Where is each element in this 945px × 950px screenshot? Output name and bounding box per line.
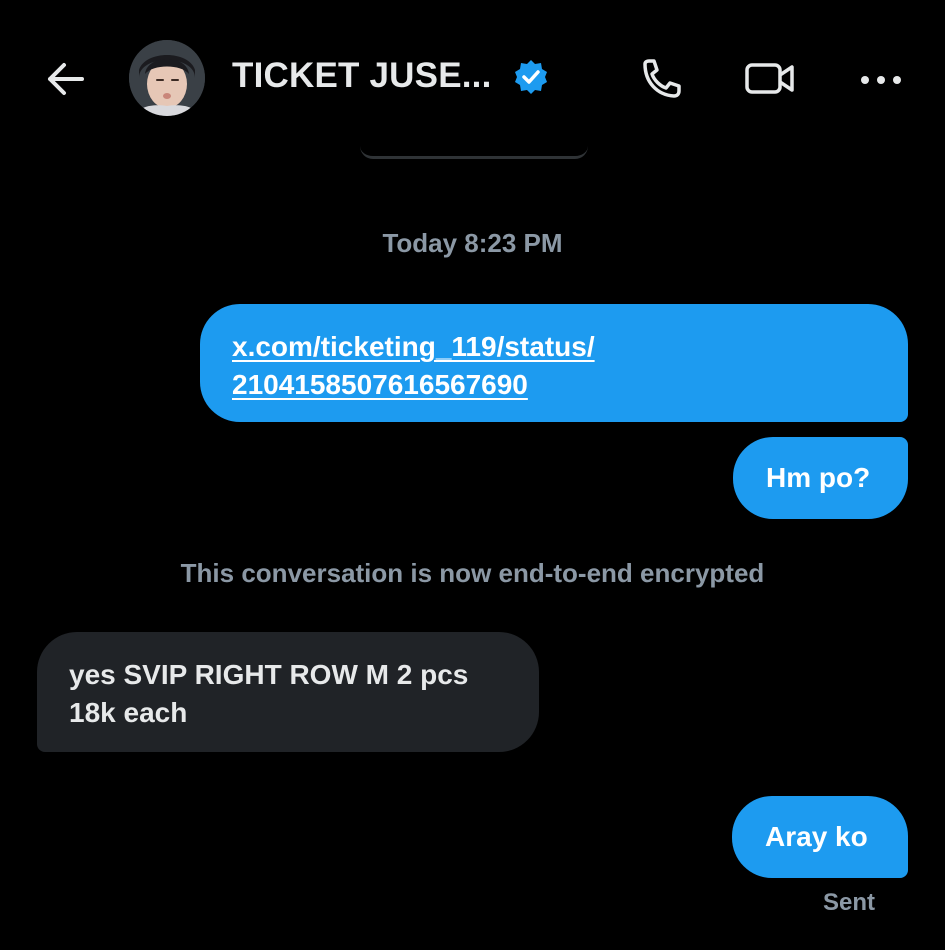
- message-link-line[interactable]: 2104158507616567690: [232, 366, 876, 404]
- more-options-button[interactable]: [857, 56, 905, 104]
- message-bubble-outgoing[interactable]: Aray ko: [732, 796, 908, 878]
- message-text: Aray ko: [765, 821, 868, 852]
- page-title[interactable]: TICKET JUSE...: [232, 56, 492, 96]
- message-link-line[interactable]: x.com/ticketing_119/status/: [232, 328, 876, 366]
- message-bubble-outgoing[interactable]: Hm po?: [733, 437, 908, 519]
- avatar-image: [129, 40, 205, 116]
- message-text: Hm po?: [766, 462, 871, 493]
- avatar[interactable]: [129, 40, 205, 116]
- back-button[interactable]: [40, 54, 90, 104]
- message-bubble-outgoing-link[interactable]: x.com/ticketing_119/status/ 210415850761…: [200, 304, 908, 422]
- more-horizontal-icon: [861, 76, 901, 84]
- arrow-left-icon: [48, 63, 84, 95]
- previous-content-edge: [360, 146, 588, 159]
- message-text: 18k each: [69, 697, 188, 728]
- message-text: yes SVIP RIGHT ROW M 2 pcs: [69, 659, 469, 690]
- video-camera-icon: [745, 63, 794, 94]
- verified-badge: [512, 58, 550, 96]
- conversation-header: TICKET JUSE...: [0, 0, 945, 150]
- verified-badge-icon: [515, 60, 547, 94]
- message-timestamp: Today 8:23 PM: [382, 228, 563, 258]
- call-button[interactable]: [636, 56, 684, 104]
- phone-icon: [643, 59, 681, 98]
- delivery-status: Sent: [822, 889, 875, 916]
- video-call-button[interactable]: [743, 54, 797, 102]
- message-bubble-incoming[interactable]: yes SVIP RIGHT ROW M 2 pcs 18k each: [37, 632, 539, 752]
- encryption-notice: This conversation is now end-to-end encr…: [180, 558, 765, 588]
